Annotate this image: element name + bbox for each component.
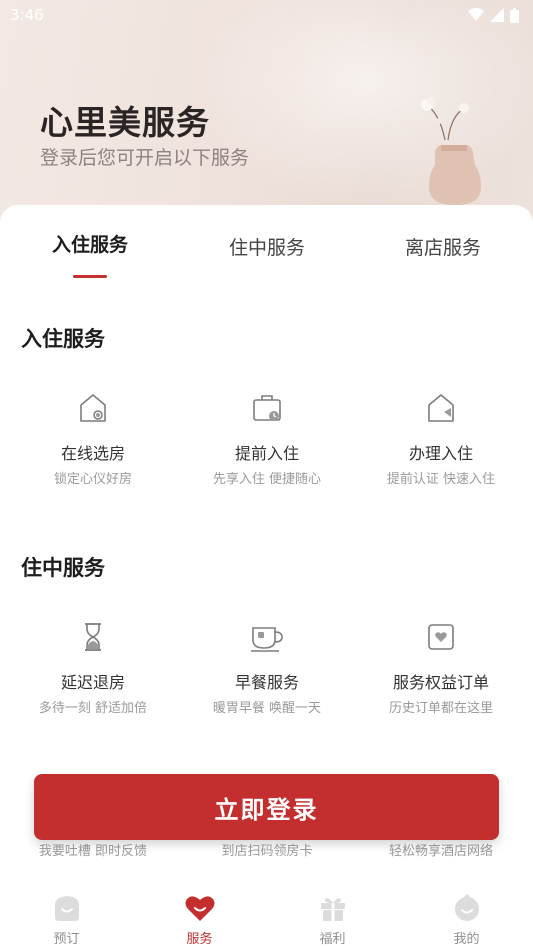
service-online-room-select[interactable]: 在线选房 锁定心仪好房: [4, 390, 182, 487]
service-desc: 锁定心仪好房: [53, 472, 132, 487]
service-name: 提前入住: [234, 444, 299, 463]
house-search-icon: [80, 394, 106, 422]
status-icons: [468, 7, 519, 23]
service-name: 延迟退房: [60, 673, 125, 692]
hero-title: 心里美服务: [40, 103, 210, 142]
flower-vase-illustration: [421, 97, 481, 205]
service-name: 办理入住: [408, 444, 473, 463]
nav-label: 预订: [53, 932, 80, 947]
checkin-services-row: 在线选房 锁定心仪好房 提前入住 先享入住 便捷随心 办理入住 提前认证 快速入…: [0, 390, 533, 510]
in-stay-services-row: 延迟退房 多待一刻 舒适加倍 早餐服务 暖胃早餐 唤醒一天 服务权益订单 历史订…: [0, 619, 533, 739]
gift-icon: [320, 898, 345, 921]
service-name: 在线选房: [60, 444, 125, 463]
nav-item-mine[interactable]: 我的: [400, 890, 533, 947]
nav-item-service[interactable]: 服务: [133, 890, 266, 947]
hourglass-icon: [85, 623, 101, 651]
nav-label: 服务: [186, 932, 213, 947]
section-title-checkin: 入住服务: [21, 327, 105, 351]
wifi-icon: [468, 8, 484, 21]
service-early-checkin[interactable]: 提前入住 先享入住 便捷随心: [178, 390, 356, 487]
booking-icon: [54, 896, 79, 921]
status-bar: 3:46: [0, 0, 533, 30]
luggage-clock-icon: [253, 395, 281, 421]
house-checkin-icon: [428, 394, 454, 422]
service-tabs: 入住服务 住中服务 离店服务: [0, 205, 533, 285]
status-time: 3:46: [10, 6, 44, 24]
login-button[interactable]: 立即登录: [34, 774, 499, 840]
service-desc: 历史订单都在这里: [388, 701, 493, 716]
heart-smile-icon: [185, 896, 214, 921]
service-desc: 先享入住 便捷随心: [212, 472, 322, 487]
service-desc: 多待一刻 舒适加倍: [38, 701, 148, 716]
nav-label: 我的: [453, 932, 480, 947]
signal-icon: [490, 8, 504, 22]
tab-checkout[interactable]: 离店服务: [373, 233, 513, 260]
service-room-card-desc: 到店扫码领房卡: [221, 844, 313, 859]
service-desc: 提前认证 快速入住: [386, 472, 496, 487]
hero-banner: 3:46 心里美服务 登录后您可开启以下服务: [0, 0, 533, 240]
service-benefit-orders[interactable]: 服务权益订单 历史订单都在这里: [352, 619, 530, 716]
service-feedback-desc: 我要吐槽 即时反馈: [38, 844, 148, 859]
bottom-nav: 预订 服务 福利 我的: [0, 884, 533, 948]
service-late-checkout[interactable]: 延迟退房 多待一刻 舒适加倍: [4, 619, 182, 716]
active-tab-indicator: [73, 275, 107, 278]
nav-label: 福利: [319, 932, 346, 947]
profile-icon: [454, 894, 479, 921]
nav-item-welfare[interactable]: 福利: [266, 890, 399, 947]
coffee-cup-icon: [251, 627, 283, 652]
service-wifi-desc: 轻松畅享酒店网络: [388, 844, 493, 859]
hero-subtitle: 登录后您可开启以下服务: [40, 147, 250, 169]
service-checkin[interactable]: 办理入住 提前认证 快速入住: [352, 390, 530, 487]
service-name: 早餐服务: [234, 673, 299, 692]
service-name: 服务权益订单: [392, 673, 489, 692]
nav-item-booking[interactable]: 预订: [0, 890, 133, 947]
service-breakfast[interactable]: 早餐服务 暖胃早餐 唤醒一天: [178, 619, 356, 716]
service-desc: 暖胃早餐 唤醒一天: [212, 701, 322, 716]
section-title-in-stay: 住中服务: [21, 556, 105, 580]
tab-checkin[interactable]: 入住服务: [20, 230, 160, 257]
order-card-icon: [428, 624, 454, 650]
battery-icon: [510, 7, 519, 23]
tab-in-stay[interactable]: 住中服务: [197, 233, 337, 260]
